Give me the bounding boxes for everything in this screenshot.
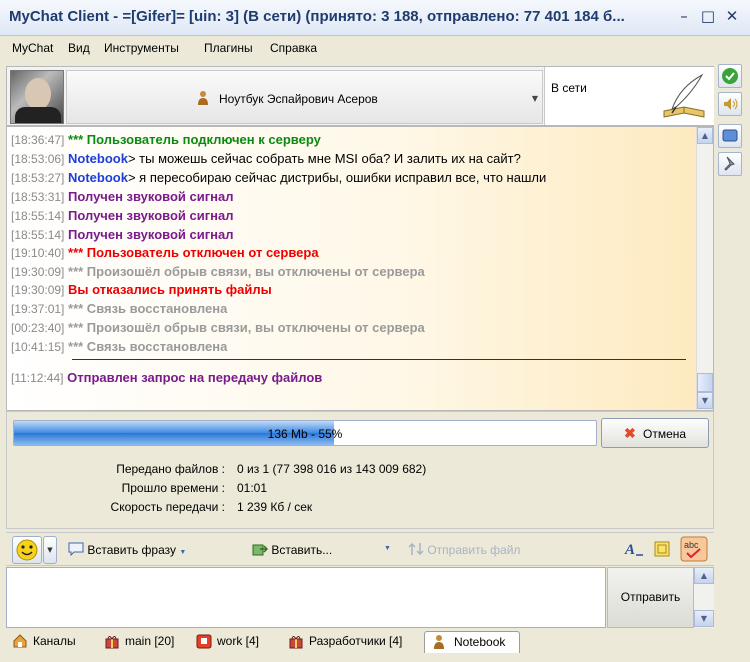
gift-icon [105, 636, 119, 649]
contact-selector[interactable]: Ноутбук Эспайрович Асеров ▼ [66, 70, 543, 124]
side-toolbar [716, 62, 744, 182]
send-file-button[interactable]: Отправить файл [408, 542, 520, 557]
quill-book-icon [663, 73, 705, 118]
tab-notebook[interactable]: Notebook [424, 631, 520, 653]
window-icon [722, 129, 738, 142]
files-label: Передано файлов : [116, 462, 225, 476]
message-line: [18:55:14] Получен звуковой сигнал [11, 208, 234, 223]
insert-phrase-button[interactable]: Вставить фразу ▼ [68, 542, 186, 557]
message-line: [19:37:01] *** Связь восстановлена [11, 301, 228, 316]
pin-icon [724, 156, 735, 171]
title-bar: MyChat Client - =[Gifer]= [uin: 3] (В се… [0, 0, 750, 36]
message-toolbar: ▼ Вставить фразу ▼ Вставить... ▼ Отправи… [6, 532, 714, 566]
scroll-up-icon[interactable]: ▲ [694, 567, 714, 584]
menu-help[interactable]: Справка [270, 41, 317, 55]
user-icon [198, 91, 208, 105]
status-ok-button[interactable] [718, 64, 742, 88]
smiley-icon [16, 539, 38, 561]
tab-work[interactable]: work [4] [196, 631, 268, 653]
status-box: В сети [544, 67, 714, 125]
message-line: [00:23:40] *** Произошёл обрыв связи, вы… [11, 320, 425, 335]
scroll-thumb[interactable] [697, 373, 713, 392]
transfer-progress-bar: 136 Mb - 55% [13, 420, 597, 446]
font-icon: A [624, 542, 643, 558]
font-button[interactable]: A [624, 540, 644, 561]
progress-label: 136 Mb - 55% [267, 427, 343, 441]
send-button[interactable]: Отправить [607, 567, 694, 628]
folder-red-icon [196, 634, 212, 649]
avatar[interactable] [10, 70, 64, 124]
message-line: [10:41:15] *** Связь восстановлена [11, 339, 228, 354]
message-line: [18:53:31] Получен звуковой сигнал [11, 189, 234, 204]
insert-dropdown[interactable]: ▼ [384, 545, 391, 552]
contact-name: Ноутбук Эспайрович Асеров [219, 92, 378, 106]
smiley-button[interactable] [12, 536, 42, 564]
chat-tabs: Каналы main [20] work [4] Разработчики [… [6, 628, 714, 654]
speed-label: Скорость передачи : [110, 500, 225, 514]
insert-button[interactable]: Вставить... [252, 542, 332, 557]
svg-text:abc: abc [684, 540, 699, 550]
files-value: 0 из 1 (77 398 016 из 143 009 682) [237, 462, 427, 476]
chat-scrollbar[interactable]: ▲ ▼ [696, 127, 713, 410]
message-line: [19:30:09] Вы отказались принять файлы [11, 282, 272, 297]
menu-tools[interactable]: Инструменты [104, 41, 179, 55]
cancel-transfer-button[interactable]: ✖ Отмена [601, 418, 709, 448]
transfer-arrows-icon [408, 542, 424, 556]
contact-header: Ноутбук Эспайрович Асеров ▼ В сети [6, 66, 714, 126]
chevron-down-icon: ▼ [531, 94, 538, 103]
message-line: [18:36:47] *** Пользователь подключен к … [11, 132, 321, 147]
user-icon [434, 635, 444, 649]
status-text: В сети [551, 81, 587, 95]
close-icon: ✖ [624, 425, 636, 441]
tab-main[interactable]: main [20] [104, 631, 184, 653]
message-input[interactable] [7, 568, 605, 627]
menu-plugins[interactable]: Плагины [204, 41, 253, 55]
spellcheck-button[interactable]: abc [680, 536, 708, 565]
note-button[interactable] [652, 539, 672, 562]
home-icon [13, 634, 27, 648]
maximize-button[interactable]: □ [697, 7, 719, 25]
message-line: [19:30:09] *** Произошёл обрыв связи, вы… [11, 264, 425, 279]
chat-log[interactable]: [18:36:47] *** Пользователь подключен к … [6, 126, 714, 411]
paste-icon [252, 544, 269, 556]
elapsed-label: Прошло времени : [121, 481, 225, 495]
menu-bar: MyChat Вид Инструменты Плагины Справка [0, 36, 750, 60]
elapsed-value: 01:01 [237, 481, 268, 495]
scroll-down-icon[interactable]: ▼ [694, 610, 714, 627]
scroll-up-icon[interactable]: ▲ [697, 127, 713, 144]
editor-scrollbar[interactable]: ▲ ▼ [694, 567, 714, 628]
pin-button[interactable] [718, 152, 742, 176]
note-icon [654, 541, 670, 557]
tab-developers[interactable]: Разработчики [4] [288, 631, 418, 653]
message-line: [19:10:40] *** Пользователь отключен от … [11, 245, 319, 260]
message-line: [18:53:27] Notebook> я пересобираю сейча… [11, 170, 547, 185]
file-transfer-panel: 136 Mb - 55% ✖ Отмена Передано файлов : … [6, 411, 714, 529]
window-button[interactable] [718, 124, 742, 148]
smiley-dropdown[interactable]: ▼ [43, 536, 57, 564]
svg-text:A: A [624, 542, 635, 558]
close-button[interactable]: ✕ [721, 7, 743, 25]
speed-value: 1 239 Кб / сек [237, 500, 313, 514]
message-line: [18:55:14] Получен звуковой сигнал [11, 227, 234, 242]
menu-view[interactable]: Вид [68, 41, 90, 55]
message-line: [11:12:44] Отправлен запрос на передачу … [11, 370, 323, 385]
scroll-down-icon[interactable]: ▼ [697, 392, 713, 409]
minimize-button[interactable]: – [673, 7, 695, 25]
nick-link[interactable]: Notebook [68, 170, 128, 185]
tab-channels[interactable]: Каналы [12, 631, 92, 653]
speaker-icon [724, 98, 738, 110]
window-title: MyChat Client - =[Gifer]= [uin: 3] (В се… [9, 8, 625, 25]
message-line: [18:53:06] Notebook> ты можешь сейчас со… [11, 151, 521, 166]
gift-icon [289, 636, 303, 649]
spellcheck-icon: abc [680, 536, 708, 562]
check-icon [722, 68, 738, 84]
history-separator [72, 359, 686, 360]
sound-button[interactable] [718, 92, 742, 116]
speech-bubble-icon [68, 542, 84, 557]
message-editor[interactable] [6, 567, 606, 628]
menu-mychat[interactable]: MyChat [12, 41, 53, 55]
nick-link[interactable]: Notebook [68, 151, 128, 166]
